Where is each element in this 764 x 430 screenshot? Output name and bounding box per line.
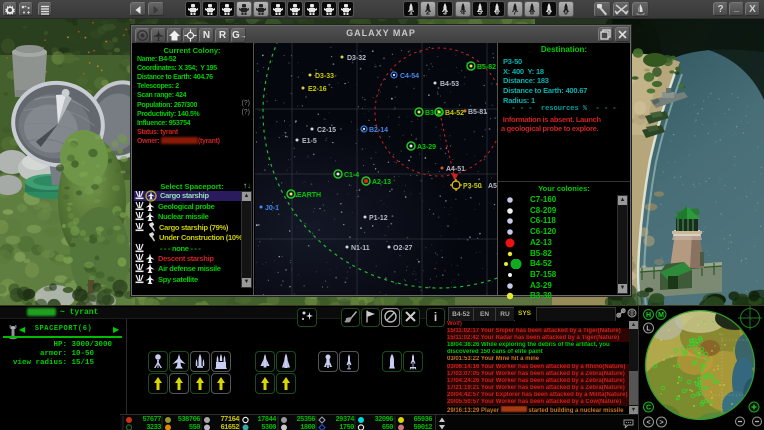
- svg-text:3: 3: [443, 10, 447, 17]
- svg-text:B4-53: B4-53: [440, 81, 459, 88]
- svg-text:P1-12: P1-12: [369, 215, 388, 222]
- svg-text:C4-54: C4-54: [400, 73, 419, 80]
- svg-text:EARTH: EARTH: [297, 192, 321, 199]
- svg-text:5: 5: [478, 10, 482, 17]
- svg-text:B5-81: B5-81: [468, 109, 487, 116]
- svg-text:B4-52: B4-52: [445, 110, 464, 117]
- svg-text:N1-11: N1-11: [351, 245, 370, 252]
- svg-text:D3-33: D3-33: [315, 73, 334, 80]
- svg-text:J0-1: J0-1: [265, 205, 279, 212]
- svg-text:O2-27: O2-27: [393, 245, 413, 252]
- svg-text:C2-15: C2-15: [317, 127, 336, 134]
- svg-text:A5: A5: [488, 183, 497, 190]
- svg-text:1: 1: [409, 10, 413, 17]
- svg-text:6: 6: [495, 10, 499, 17]
- svg-text:A4-51: A4-51: [446, 166, 465, 173]
- svg-text:>: >: [659, 420, 663, 427]
- svg-text:9: 9: [547, 10, 551, 17]
- svg-text:7: 7: [513, 10, 517, 17]
- svg-text:8: 8: [530, 10, 534, 17]
- svg-text:E1-5: E1-5: [302, 138, 317, 145]
- svg-text:H: H: [646, 312, 651, 319]
- svg-text:A3-29: A3-29: [417, 144, 436, 151]
- svg-text:B5-82: B5-82: [477, 64, 496, 71]
- svg-text:L: L: [646, 326, 651, 333]
- svg-text:C: C: [646, 405, 651, 412]
- svg-text:B2-14: B2-14: [369, 127, 388, 134]
- svg-text:D3-32: D3-32: [347, 55, 366, 62]
- svg-text:P3-50: P3-50: [463, 183, 482, 190]
- svg-text:0: 0: [564, 10, 568, 17]
- svg-text:<: <: [646, 420, 650, 427]
- svg-text:E2-16: E2-16: [308, 86, 327, 93]
- svg-text:A2-13: A2-13: [372, 179, 391, 186]
- svg-text:M: M: [658, 312, 664, 319]
- svg-text:2: 2: [426, 10, 430, 17]
- svg-text:C1-4: C1-4: [344, 172, 359, 179]
- svg-text:4: 4: [461, 10, 465, 17]
